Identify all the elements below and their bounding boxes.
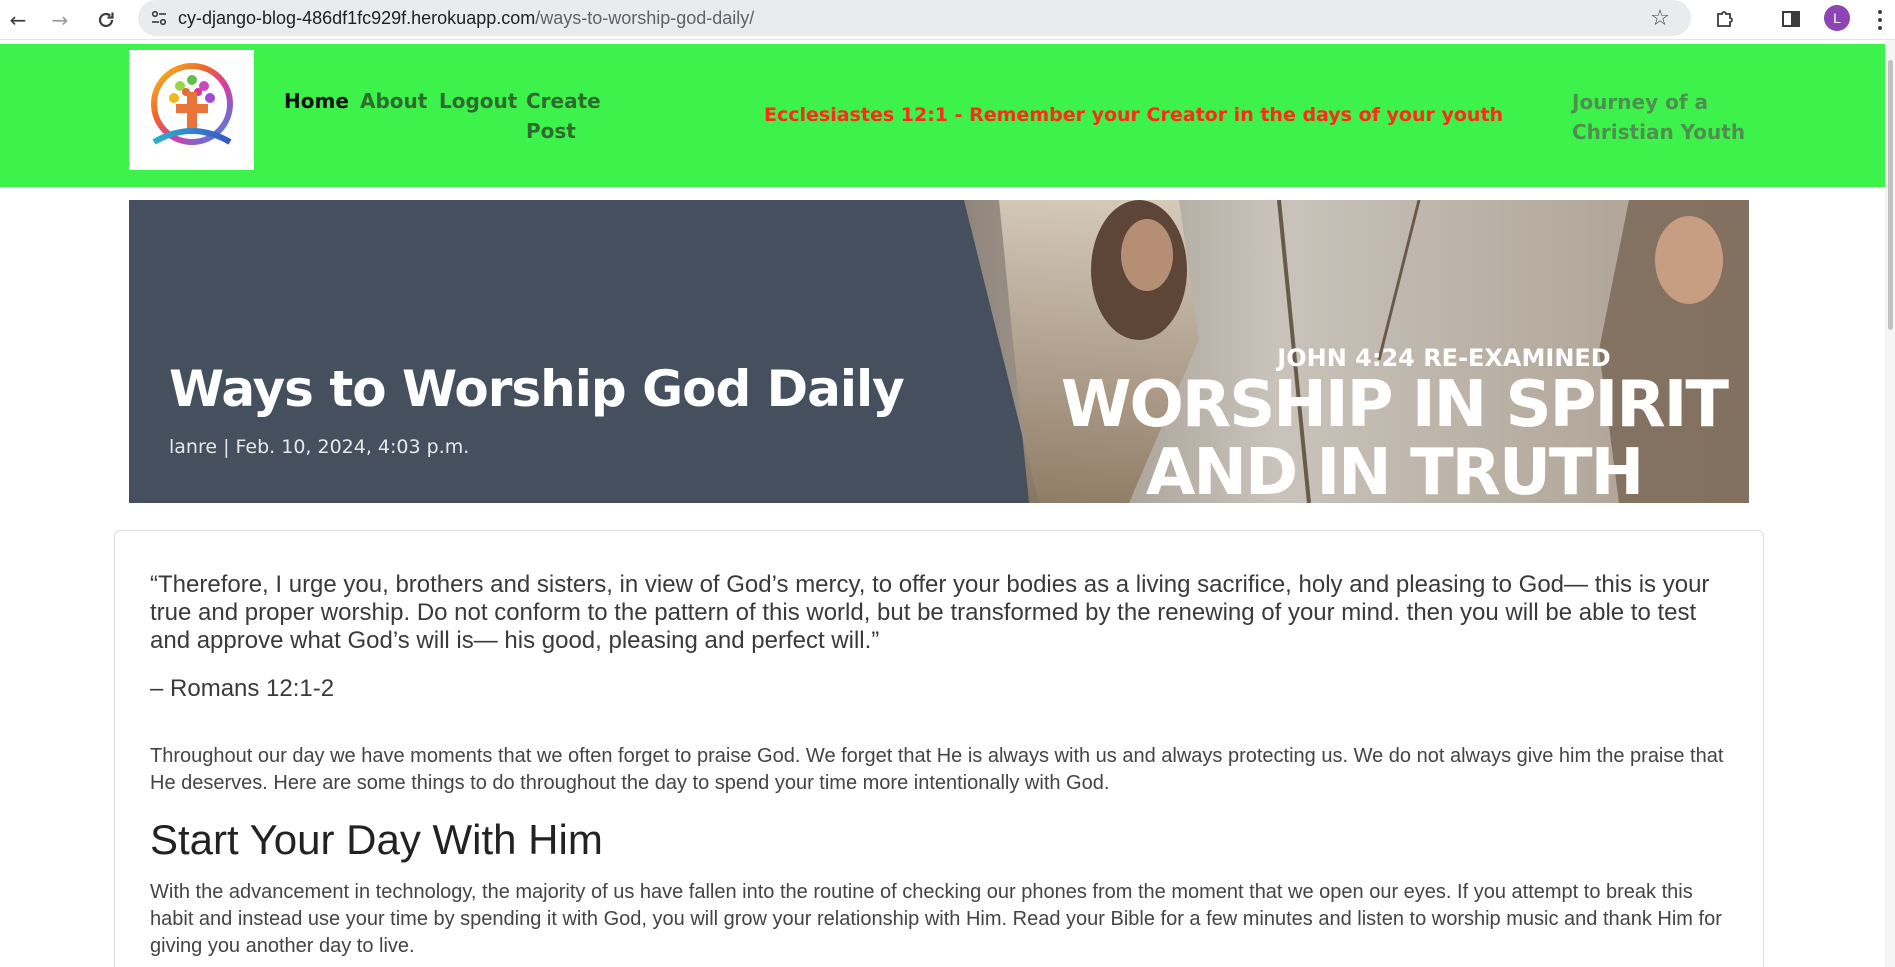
site-info-icon[interactable] <box>148 7 170 29</box>
address-bar[interactable]: cy-django-blog-486df1fc929f.herokuapp.co… <box>138 0 1691 36</box>
puzzle-icon[interactable] <box>1710 4 1740 34</box>
url-host: cy-django-blog-486df1fc929f.herokuapp.co… <box>178 7 536 28</box>
reload-icon[interactable] <box>92 6 120 34</box>
site-navbar: Home About Logout Create Post Ecclesiast… <box>0 44 1885 187</box>
site-logo[interactable] <box>129 50 254 170</box>
navbar-brand-line1: Journey of a <box>1572 90 1708 114</box>
navbar-verse: Ecclesiastes 12:1 - Remember your Creato… <box>764 104 1504 126</box>
cross-tree-logo-icon <box>150 63 233 145</box>
post-content-card: “Therefore, I urge you, brothers and sis… <box>114 530 1764 967</box>
side-panel-icon[interactable] <box>1776 4 1806 34</box>
url-text[interactable]: cy-django-blog-486df1fc929f.herokuapp.co… <box>178 8 754 29</box>
image-headline-1: WORSHIP IN SPIRIT <box>1060 368 1729 442</box>
scripture-reference: – Romans 12:1-2 <box>150 675 335 702</box>
back-arrow-icon[interactable]: ← <box>4 6 32 34</box>
post-title: Ways to Worship God Daily <box>169 360 905 418</box>
post-meta: lanre | Feb. 10, 2024, 4:03 p.m. <box>169 436 470 458</box>
forward-arrow-icon[interactable]: → <box>46 6 74 34</box>
scripture-quote: “Therefore, I urge you, brothers and sis… <box>150 571 1710 654</box>
nav-link-create-post-line1: Create <box>526 89 601 113</box>
intro-paragraph: Throughout our day we have moments that … <box>150 745 1724 794</box>
profile-avatar[interactable]: L <box>1824 5 1850 31</box>
image-headline-2: AND IN TRUTH <box>1145 436 1644 503</box>
nav-link-about[interactable]: About <box>360 86 427 116</box>
nav-link-home[interactable]: Home <box>284 86 349 116</box>
url-path: /ways-to-worship-god-daily/ <box>535 7 755 28</box>
post-body: “Therefore, I urge you, brothers and sis… <box>150 571 1730 960</box>
star-icon[interactable]: ☆ <box>1647 5 1673 31</box>
nav-link-create-post[interactable]: Create Post <box>526 86 601 146</box>
page-scrollbar-thumb[interactable] <box>1888 60 1893 330</box>
navbar-brand[interactable]: Journey of a Christian Youth <box>1572 87 1762 147</box>
section-paragraph: With the advancement in technology, the … <box>150 881 1722 957</box>
nav-link-logout[interactable]: Logout <box>439 86 517 116</box>
browser-toolbar: ← → cy-django-blog-486df1fc929f.herokuap… <box>0 0 1895 40</box>
nav-link-create-post-line2: Post <box>526 119 576 143</box>
profile-initial: L <box>1833 10 1841 26</box>
navbar-brand-line2: Christian Youth <box>1572 120 1746 144</box>
kebab-menu-icon[interactable] <box>1872 6 1888 34</box>
post-hero: Ways to Worship God Daily lanre | Feb. 1… <box>129 200 1749 503</box>
section-heading: Start Your Day With Him <box>150 816 603 863</box>
